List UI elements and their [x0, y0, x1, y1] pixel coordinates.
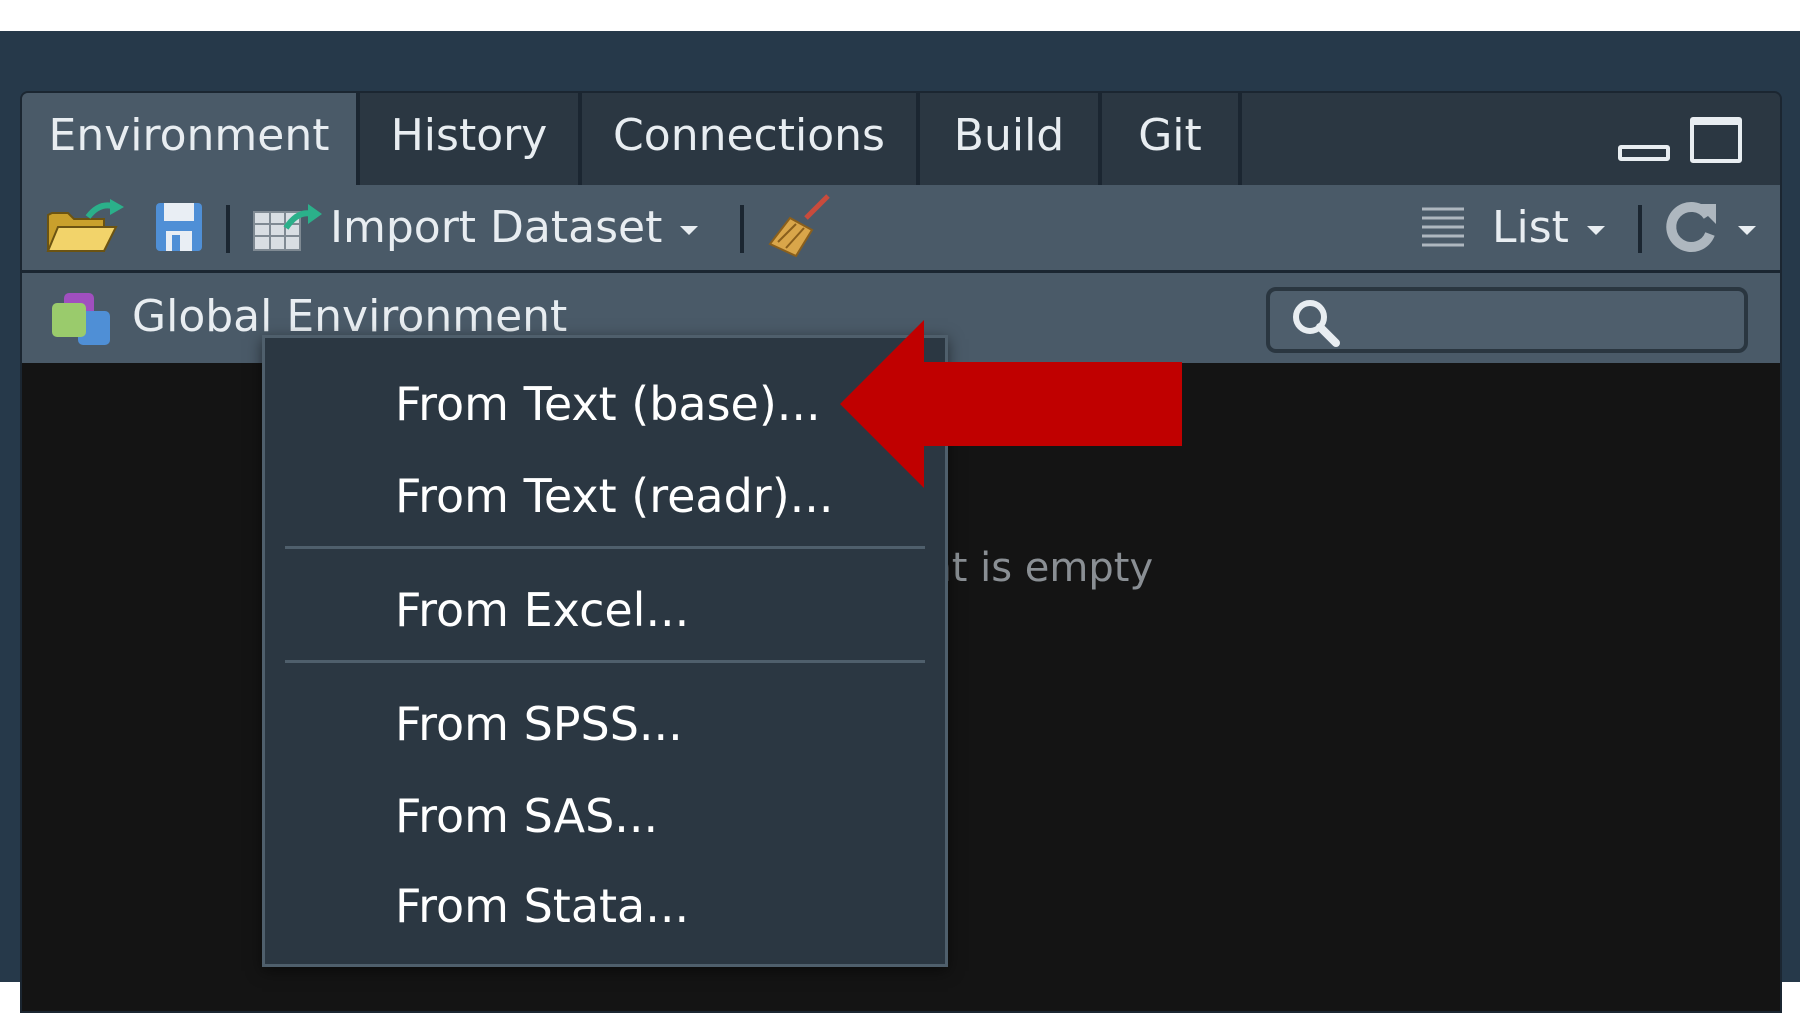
menu-item-from-text-base[interactable]: From Text (base)...: [395, 364, 821, 444]
tab-bar: Environment History Connections Build Gi…: [22, 93, 1780, 185]
toolbar-separator: [740, 205, 744, 253]
menu-item-from-sas[interactable]: From SAS...: [395, 776, 658, 856]
view-mode-label: List: [1492, 201, 1569, 253]
menu-separator: [285, 660, 925, 663]
window-frame: Environment History Connections Build Gi…: [0, 31, 1800, 1013]
annotation-arrow-icon: [840, 320, 1182, 488]
environment-squares-icon: [52, 293, 110, 345]
import-table-icon: [253, 204, 322, 251]
menu-item-from-excel[interactable]: From Excel...: [395, 570, 689, 650]
import-dataset-label: Import Dataset: [330, 201, 663, 253]
chevron-down-icon: [1586, 225, 1605, 235]
tab-history[interactable]: History: [360, 93, 582, 185]
view-mode-button[interactable]: List: [1420, 185, 1605, 269]
menu-item-from-spss[interactable]: From SPSS...: [395, 684, 683, 764]
search-icon: [1293, 300, 1340, 347]
toolbar-separator: [226, 205, 230, 253]
tab-build[interactable]: Build: [920, 93, 1102, 185]
list-lines-icon: [1422, 207, 1464, 247]
environment-pane: Environment History Connections Build Gi…: [20, 91, 1782, 1013]
chevron-down-icon: [680, 225, 699, 235]
environment-toolbar: Import Dataset List: [22, 185, 1780, 273]
import-dataset-button[interactable]: Import Dataset: [252, 185, 699, 269]
load-workspace-button[interactable]: [44, 185, 126, 269]
tab-git[interactable]: Git: [1102, 93, 1242, 185]
refresh-button[interactable]: [1662, 185, 1756, 269]
tab-connections[interactable]: Connections: [582, 93, 920, 185]
window-controls: [1618, 117, 1748, 167]
chevron-down-icon: [1738, 225, 1756, 235]
menu-item-from-stata[interactable]: From Stata...: [395, 866, 689, 946]
search-input[interactable]: [1266, 287, 1748, 353]
save-disk-icon: [156, 203, 202, 251]
broom-icon: [768, 194, 830, 258]
toolbar-separator: [1638, 205, 1642, 253]
menu-item-from-text-readr[interactable]: From Text (readr)...: [395, 456, 834, 536]
open-folder-icon: [46, 199, 124, 252]
maximize-pane-icon[interactable]: [1690, 117, 1742, 163]
clear-workspace-button[interactable]: [766, 185, 836, 269]
tab-environment[interactable]: Environment: [22, 93, 360, 185]
save-workspace-button[interactable]: [154, 185, 204, 269]
menu-separator: [285, 546, 925, 549]
minimize-pane-icon[interactable]: [1618, 145, 1670, 161]
refresh-icon: [1666, 202, 1716, 252]
